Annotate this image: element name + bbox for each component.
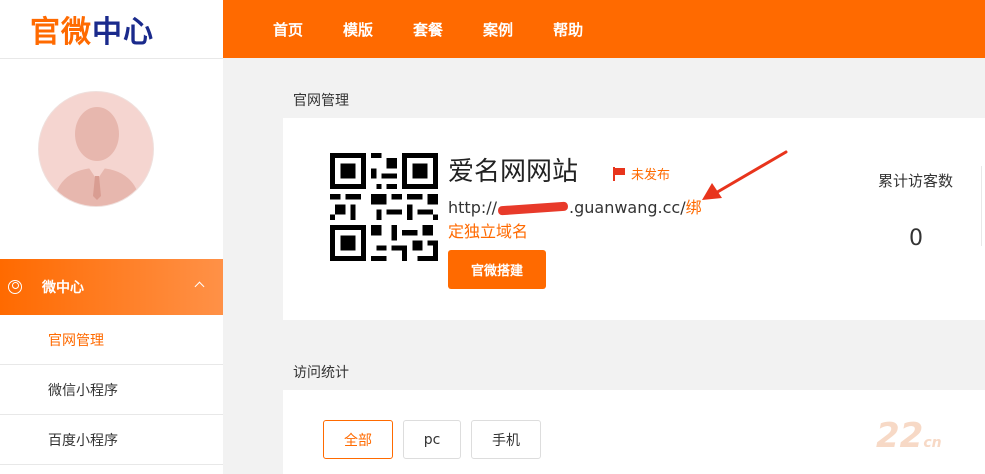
nav-home[interactable]: 首页	[273, 19, 303, 40]
nav-cases[interactable]: 案例	[483, 19, 513, 40]
status-badge: 未发布	[613, 164, 670, 183]
site-name: 爱名网网站	[448, 157, 579, 187]
chevron-up-icon	[194, 281, 205, 292]
url-prefix: http://	[448, 198, 498, 217]
section-title-site-management: 官网管理	[293, 93, 349, 109]
total-visitors-value: 0	[909, 226, 923, 251]
annotation-arrow-icon	[702, 150, 788, 200]
sidebar-item-site-management[interactable]: 官网管理	[0, 315, 223, 365]
site-card: 爱名网网站 未发布 http://.guanwang.cc/绑 定独立域名 官微…	[283, 118, 985, 320]
nav-plans[interactable]: 套餐	[413, 19, 443, 40]
build-site-button[interactable]: 官微搭建	[448, 250, 546, 289]
user-silhouette-icon	[53, 107, 141, 206]
sidebar-item-wechat-miniprogram[interactable]: 微信小程序	[0, 365, 223, 415]
logo-text-part2: 中心	[92, 15, 154, 50]
avatar	[38, 91, 154, 207]
url-suffix: .guanwang.cc/	[569, 198, 686, 217]
watermark-big: 22	[876, 416, 924, 456]
qr-code-icon	[330, 153, 438, 261]
watermark-small: cn	[923, 435, 942, 451]
sidebar-item-baidu-miniprogram[interactable]: 百度小程序	[0, 415, 223, 465]
section-title-visit-stats: 访问统计	[293, 365, 349, 381]
top-navigation: 首页 模版 套餐 案例 帮助	[223, 0, 985, 58]
status-text: 未发布	[631, 168, 671, 183]
logo[interactable]: 官微中心	[0, 0, 223, 58]
tab-all[interactable]: 全部	[323, 420, 393, 459]
divider	[981, 166, 982, 246]
flag-icon	[613, 166, 626, 181]
bind-domain-link[interactable]: 定独立域名	[448, 218, 528, 242]
user-circle-icon	[8, 280, 22, 294]
tab-mobile[interactable]: 手机	[471, 420, 541, 459]
total-visitors-label: 累计访客数	[878, 172, 954, 190]
nav-help[interactable]: 帮助	[553, 19, 583, 40]
sidebar: 微中心 官网管理 微信小程序 百度小程序	[0, 58, 223, 474]
redaction-mark	[497, 201, 569, 216]
sidebar-item-label: 微中心	[42, 280, 84, 296]
watermark-logo: 22cn	[876, 416, 942, 456]
nav-templates[interactable]: 模版	[343, 19, 373, 40]
tab-pc[interactable]: pc	[403, 420, 461, 459]
sidebar-item-wei-center[interactable]: 微中心	[0, 259, 223, 315]
site-url: http://.guanwang.cc/绑	[448, 194, 702, 218]
logo-text-part1: 官微	[30, 15, 92, 50]
